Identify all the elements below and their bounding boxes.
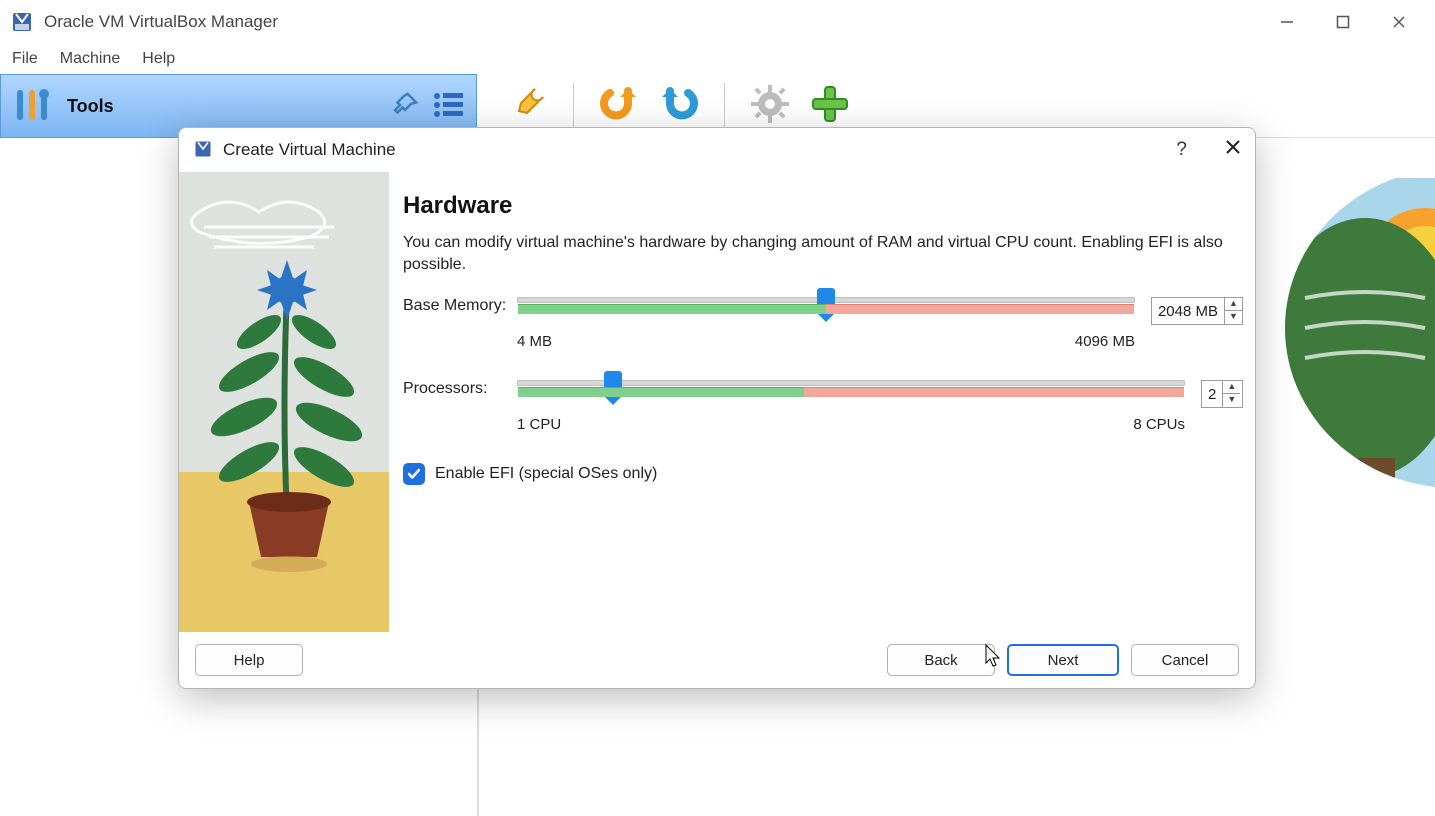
cpu-value: 2 (1202, 386, 1222, 403)
memory-value: 2048 MB (1152, 303, 1224, 320)
menu-file[interactable]: File (12, 50, 38, 68)
settings-tool-icon[interactable] (507, 83, 549, 128)
hardware-heading: Hardware (403, 192, 1243, 220)
discard-icon[interactable] (598, 83, 640, 128)
window-title: Oracle VM VirtualBox Manager (44, 12, 278, 32)
balloon-illustration (1265, 178, 1435, 498)
efi-label: Enable EFI (special OSes only) (435, 465, 657, 483)
add-icon[interactable] (809, 83, 851, 128)
create-vm-dialog: Create Virtual Machine ? (178, 127, 1256, 689)
menu-machine[interactable]: Machine (60, 50, 120, 68)
dialog-help-icon[interactable]: ? (1176, 139, 1187, 161)
memory-step-down[interactable]: ▼ (1225, 311, 1242, 324)
dialog-icon (193, 139, 213, 162)
efi-checkbox[interactable] (403, 463, 425, 485)
memory-spinbox[interactable]: 2048 MB ▲▼ (1151, 297, 1243, 325)
next-button[interactable]: Next (1007, 644, 1119, 676)
list-icon[interactable] (432, 90, 466, 123)
memory-min-label: 4 MB (517, 333, 552, 350)
cpu-spinbox[interactable]: 2 ▲▼ (1201, 380, 1243, 408)
window-close-button[interactable] (1371, 4, 1427, 40)
maximize-button[interactable] (1315, 4, 1371, 40)
help-button[interactable]: Help (195, 644, 303, 676)
wizard-illustration (179, 172, 389, 632)
minimize-button[interactable] (1259, 4, 1315, 40)
memory-step-up[interactable]: ▲ (1225, 298, 1242, 311)
tools-label: Tools (67, 96, 114, 117)
start-icon[interactable] (658, 83, 700, 128)
cpu-max-label: 8 CPUs (1133, 416, 1185, 433)
cpu-min-label: 1 CPU (517, 416, 561, 433)
menu-help[interactable]: Help (142, 50, 175, 68)
virtualbox-icon (10, 10, 34, 34)
pin-icon[interactable] (390, 90, 420, 123)
dialog-close-icon[interactable] (1225, 139, 1241, 161)
cpu-slider[interactable] (517, 380, 1185, 386)
memory-label: Base Memory: (403, 297, 509, 315)
gear-icon[interactable] (749, 83, 791, 128)
cpu-step-down[interactable]: ▼ (1223, 394, 1240, 407)
cpu-label: Processors: (403, 380, 509, 398)
tools-icon (11, 84, 53, 129)
back-button[interactable]: Back (887, 644, 995, 676)
cpu-step-up[interactable]: ▲ (1223, 381, 1240, 394)
memory-max-label: 4096 MB (1075, 333, 1135, 350)
memory-slider[interactable] (517, 297, 1135, 303)
hardware-description: You can modify virtual machine's hardwar… (403, 232, 1243, 275)
menubar: File Machine Help (0, 44, 1435, 74)
main-titlebar: Oracle VM VirtualBox Manager (0, 0, 1435, 44)
cancel-button[interactable]: Cancel (1131, 644, 1239, 676)
dialog-title: Create Virtual Machine (223, 140, 396, 160)
